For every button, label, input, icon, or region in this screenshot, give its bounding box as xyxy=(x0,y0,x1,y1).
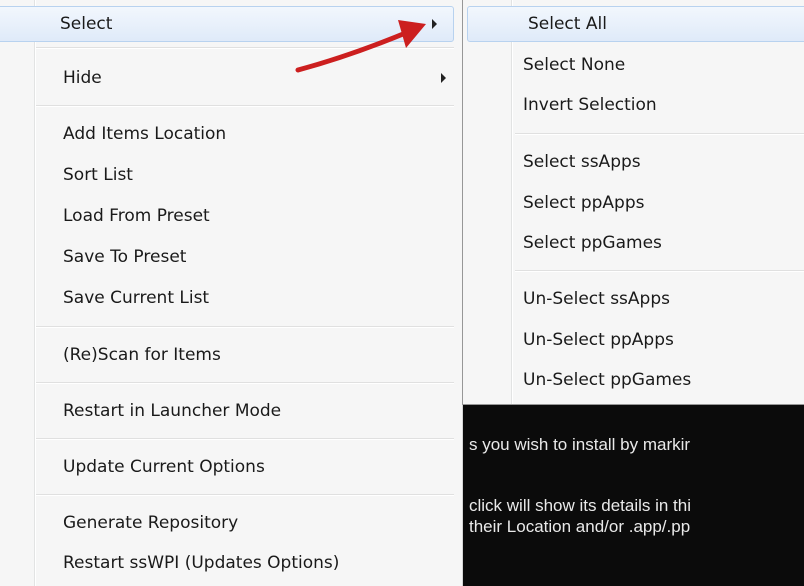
menu-item-label: Generate Repository xyxy=(63,513,239,533)
submenu-item-select-ssapps[interactable]: Select ssApps xyxy=(463,144,804,180)
menu-item-label: Select ppApps xyxy=(523,193,645,213)
menu-item-label: Save To Preset xyxy=(63,247,187,267)
menu-item-label: Select None xyxy=(523,55,626,75)
submenu-item-select-ppgames[interactable]: Select ppGames xyxy=(463,225,804,261)
menu-item-save-current-list[interactable]: Save Current List xyxy=(0,280,462,316)
menu-item-label: Hide xyxy=(63,68,102,88)
menu-item-save-to-preset[interactable]: Save To Preset xyxy=(0,239,462,275)
menu-item-label: Invert Selection xyxy=(523,95,657,115)
submenu-item-unselect-ssapps[interactable]: Un-Select ssApps xyxy=(463,281,804,317)
menu-item-label: Save Current List xyxy=(63,288,210,308)
menu-item-label: Load From Preset xyxy=(63,206,210,226)
annotation-arrow-icon xyxy=(295,20,426,73)
submenu-item-select-none[interactable]: Select None xyxy=(463,47,804,83)
menu-item-generate-repository[interactable]: Generate Repository xyxy=(0,505,462,541)
menu-item-label: Sort List xyxy=(63,165,133,185)
menu-item-label: (Re)Scan for Items xyxy=(63,345,221,365)
menu-item-label: Select ssApps xyxy=(523,152,641,172)
menu-item-label: Un-Select ppGames xyxy=(523,370,692,390)
menu-separator xyxy=(36,105,454,107)
menu-item-add-items-location[interactable]: Add Items Location xyxy=(0,116,462,152)
submenu-item-select-ppapps[interactable]: Select ppApps xyxy=(463,185,804,221)
menu-item-label: Select ppGames xyxy=(523,233,662,253)
background-window: s you wish to install by markir click wi… xyxy=(462,405,804,586)
menu-item-label: Select xyxy=(60,14,113,34)
menu-item-label: Un-Select ppApps xyxy=(523,330,674,350)
submenu-item-unselect-ppgames[interactable]: Un-Select ppGames xyxy=(463,362,804,398)
submenu-item-select-all[interactable]: Select All xyxy=(467,6,804,42)
menu-separator xyxy=(36,494,454,496)
background-text-line: click will show its details in thi xyxy=(469,496,692,515)
menu-item-label: Restart in Launcher Mode xyxy=(63,401,282,421)
menu-separator xyxy=(515,270,804,272)
menu-item-label: Add Items Location xyxy=(63,124,227,144)
menu-item-update-current-options[interactable]: Update Current Options xyxy=(0,449,462,485)
menu-item-restart-in-launcher-mode[interactable]: Restart in Launcher Mode xyxy=(0,393,462,429)
menu-item-label: Update Current Options xyxy=(63,457,265,477)
submenu-arrow-icon xyxy=(441,73,446,83)
menu-item-label: Restart ssWPI (Updates Options) xyxy=(63,553,340,573)
menu-separator xyxy=(515,133,804,135)
menu-separator xyxy=(36,438,454,440)
context-menu: Select Hide Add Items Location Sort List… xyxy=(0,0,463,586)
menu-item-label: Select All xyxy=(528,14,607,34)
submenu-item-unselect-ppapps[interactable]: Un-Select ppApps xyxy=(463,322,804,358)
menu-item-load-from-preset[interactable]: Load From Preset xyxy=(0,198,462,234)
submenu-item-invert-selection[interactable]: Invert Selection xyxy=(463,87,804,123)
menu-item-restart-sswpi[interactable]: Restart ssWPI (Updates Options) xyxy=(0,545,462,581)
submenu-arrow-icon xyxy=(432,19,437,29)
menu-item-rescan-for-items[interactable]: (Re)Scan for Items xyxy=(0,337,462,373)
menu-separator xyxy=(36,326,454,328)
background-text-line: s you wish to install by markir xyxy=(469,435,691,454)
menu-separator xyxy=(36,382,454,384)
background-text-line: their Location and/or .app/.pp xyxy=(469,517,691,536)
select-submenu: Select All Select None Invert Selection … xyxy=(462,0,804,405)
menu-item-sort-list[interactable]: Sort List xyxy=(0,157,462,193)
menu-item-label: Un-Select ssApps xyxy=(523,289,670,309)
